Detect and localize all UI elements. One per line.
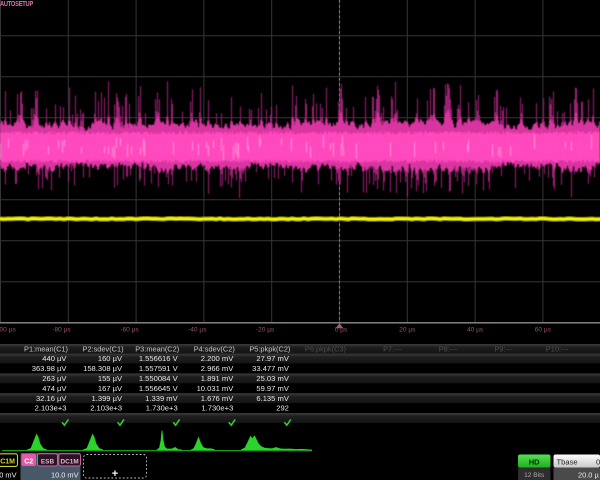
svg-text:1.550084 V: 1.550084 V: [139, 374, 179, 383]
svg-text:59.97 mV: 59.97 mV: [256, 384, 289, 393]
svg-text:-60 µs: -60 µs: [120, 327, 139, 334]
svg-text:P8:---: P8:---: [439, 344, 458, 353]
svg-text:33.477 mV: 33.477 mV: [252, 364, 290, 373]
svg-text:P9:---: P9:---: [494, 344, 513, 353]
svg-text:474 µV: 474 µV: [42, 384, 67, 393]
svg-text:2.200 mV: 2.200 mV: [201, 354, 234, 363]
svg-text:155 µV: 155 µV: [98, 374, 123, 383]
svg-text:+: +: [112, 468, 118, 480]
svg-text:P5:pkpk(C2): P5:pkpk(C2): [249, 344, 290, 353]
svg-text:Tbase: Tbase: [557, 457, 578, 466]
svg-text:P10:---: P10:---: [546, 344, 569, 353]
svg-text:-20 µs: -20 µs: [256, 327, 275, 334]
svg-text:6.135 mV: 6.135 mV: [256, 394, 289, 403]
svg-text:P7:---: P7:---: [383, 344, 402, 353]
svg-text:P2:sdev(C1): P2:sdev(C1): [83, 344, 124, 353]
svg-text:DC1M: DC1M: [61, 458, 79, 465]
svg-text:1.891 mV: 1.891 mV: [201, 374, 234, 383]
svg-text:-80 µs: -80 µs: [52, 327, 71, 334]
svg-text:1.556645 V: 1.556645 V: [139, 384, 179, 393]
svg-text:ESB: ESB: [41, 458, 55, 465]
svg-text:167 µV: 167 µV: [98, 384, 123, 393]
svg-text:00 µs: 00 µs: [0, 327, 16, 334]
svg-text:1.399 µV: 1.399 µV: [92, 394, 123, 403]
svg-text:0: 0: [596, 457, 600, 466]
svg-text:-40 µs: -40 µs: [188, 327, 207, 334]
svg-text:DC1M: DC1M: [0, 458, 15, 465]
svg-text:10.0 mV: 10.0 mV: [51, 471, 79, 480]
svg-text:P1:mean(C1): P1:mean(C1): [24, 344, 68, 353]
svg-text:10.031 mV: 10.031 mV: [197, 384, 235, 393]
svg-text:292: 292: [276, 404, 289, 413]
svg-text:25.03 mV: 25.03 mV: [256, 374, 289, 383]
svg-text:363.98 µV: 363.98 µV: [32, 364, 68, 373]
svg-text:1.676 mV: 1.676 mV: [201, 394, 234, 403]
svg-text:1.557591 V: 1.557591 V: [139, 364, 179, 373]
svg-text:20 µs: 20 µs: [399, 327, 416, 334]
svg-text:P3:mean(C2): P3:mean(C2): [135, 344, 179, 353]
svg-text:1.730e+3: 1.730e+3: [201, 404, 233, 413]
svg-text:32.16 µV: 32.16 µV: [36, 394, 67, 403]
svg-text:P6:pkpk(C3): P6:pkpk(C3): [305, 344, 346, 353]
svg-text:40 µs: 40 µs: [467, 327, 484, 334]
svg-text:440 µV: 440 µV: [42, 354, 67, 363]
svg-text:2.966 mV: 2.966 mV: [201, 364, 234, 373]
svg-text:AUTOSETUP: AUTOSETUP: [0, 0, 34, 8]
svg-text:60 µs: 60 µs: [535, 327, 552, 334]
svg-text:1.730e+3: 1.730e+3: [146, 404, 178, 413]
svg-text:1.556616 V: 1.556616 V: [139, 354, 179, 363]
svg-text:20.0 µ: 20.0 µ: [578, 470, 599, 479]
svg-text:158.308 µV: 158.308 µV: [83, 364, 123, 373]
svg-text:2.103e+3: 2.103e+3: [35, 404, 67, 413]
svg-text:0 mV: 0 mV: [0, 471, 17, 480]
svg-text:263 µV: 263 µV: [42, 374, 67, 383]
svg-text:P4:sdev(C2): P4:sdev(C2): [194, 344, 235, 353]
svg-text:1.339 mV: 1.339 mV: [145, 394, 178, 403]
svg-text:160 µV: 160 µV: [98, 354, 123, 363]
svg-text:HD: HD: [529, 457, 540, 466]
svg-text:27.97 mV: 27.97 mV: [256, 354, 289, 363]
svg-text:C2: C2: [24, 458, 33, 465]
svg-text:2.103e+3: 2.103e+3: [90, 404, 122, 413]
svg-text:12 Bits: 12 Bits: [524, 472, 545, 479]
